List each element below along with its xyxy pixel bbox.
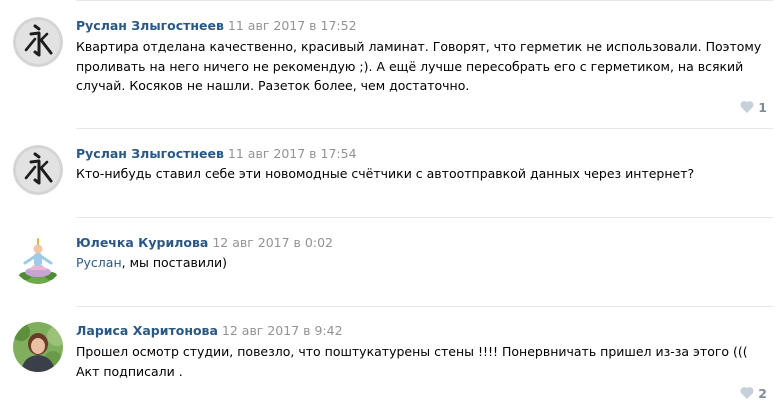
author-link[interactable]: Руслан Злыгостнеев (76, 146, 224, 161)
photo-portrait-icon (13, 322, 63, 372)
comment-date[interactable]: 11 авг 2017 в 17:54 (228, 146, 357, 161)
like-count: 2 (758, 385, 767, 401)
comment-text-rest: , мы поставили) (121, 255, 227, 270)
avatar[interactable] (13, 145, 63, 195)
comment-item: Юлечка Курилова 12 авг 2017 в 0:02 Руслан… (0, 218, 781, 307)
comment-text: Кто-нибудь ставил себе эти новомодные сч… (76, 166, 695, 181)
kanji-ei-icon (13, 17, 63, 67)
mention-link[interactable]: Руслан (76, 255, 122, 270)
comment-header: Руслан Злыгостнеев 11 авг 2017 в 17:54 (76, 145, 357, 162)
comment-text: Квартира отделана качественно, красивый … (76, 39, 762, 93)
comment-date[interactable]: 12 авг 2017 в 9:42 (222, 323, 343, 338)
author-link[interactable]: Лариса Харитонова (76, 323, 218, 338)
kanji-ei-icon (13, 145, 63, 195)
like-count: 1 (758, 99, 767, 115)
avatar[interactable] (13, 17, 63, 67)
comment-text: Руслан, мы поставили) (76, 253, 766, 273)
author-link[interactable]: Юлечка Курилова (76, 235, 208, 250)
comment-header: Руслан Злыгостнеев 11 авг 2017 в 17:52 (76, 17, 357, 34)
heart-icon (740, 101, 754, 113)
comment-date[interactable]: 11 авг 2017 в 17:52 (228, 18, 357, 33)
comment-item: Лариса Харитонова 12 авг 2017 в 9:42 Прош… (0, 307, 781, 417)
author-link[interactable]: Руслан Злыгостнеев (76, 18, 224, 33)
meditation-figure-icon (13, 234, 63, 284)
comment-date[interactable]: 12 авг 2017 в 0:02 (212, 235, 333, 250)
avatar[interactable] (13, 234, 63, 284)
comment-header: Юлечка Курилова 12 авг 2017 в 0:02 (76, 234, 333, 251)
comment-header: Лариса Харитонова 12 авг 2017 в 9:42 (76, 322, 343, 339)
comment-item: Руслан Злыгостнеев 11 авг 2017 в 17:52 Кв… (0, 0, 781, 129)
heart-icon (740, 387, 754, 399)
avatar[interactable] (13, 322, 63, 372)
comments-list: Руслан Злыгостнеев 11 авг 2017 в 17:52 Кв… (0, 0, 781, 417)
comment-text: Прошел осмотр студии, повезло, что пошту… (76, 344, 748, 379)
like-button[interactable]: 1 (740, 99, 767, 115)
comment-item: Руслан Злыгостнеев 11 авг 2017 в 17:54 Кт… (0, 129, 781, 218)
like-button[interactable]: 2 (740, 385, 767, 401)
